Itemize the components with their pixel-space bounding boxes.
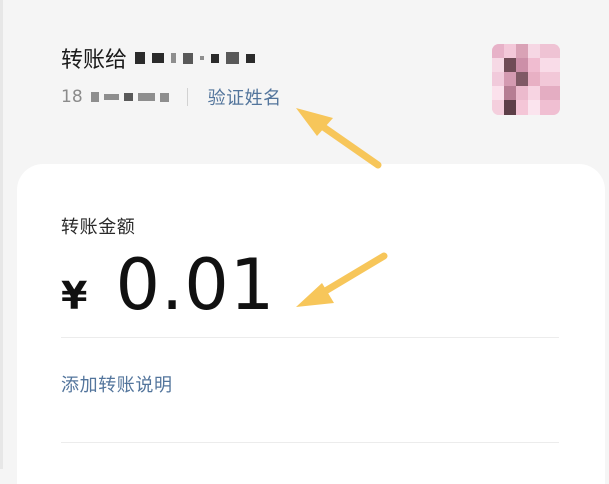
verify-name-link[interactable]: 验证姓名 [208, 84, 282, 110]
amount-row[interactable]: ¥ 0.01 [61, 250, 275, 320]
recipient-avatar [492, 44, 560, 115]
amount-divider [61, 337, 559, 338]
masked-recipient-name [135, 46, 256, 70]
arrow-to-verify-name-icon [296, 108, 382, 169]
amount-card: 转账金额 ¥ 0.01 添加转账说明 [17, 164, 605, 484]
note-divider [61, 442, 559, 443]
meta-divider [186, 88, 188, 106]
avatar-image [492, 44, 560, 115]
amount-value[interactable]: 0.01 [115, 250, 275, 320]
transfer-to-label: 转账给 [61, 48, 128, 73]
recipient-meta: 18 验证姓名 [61, 84, 282, 110]
amount-label: 转账金额 [61, 217, 136, 238]
transfer-screen: 转账给 18 验证姓名 转账金额 ¥ 0.01 添加转账说明 [0, 0, 609, 484]
phone-prefix: 18 [61, 87, 83, 107]
masked-phone-number [90, 88, 169, 106]
add-note-link[interactable]: 添加转账说明 [61, 371, 173, 397]
recipient-title: 转账给 [61, 42, 256, 74]
currency-symbol: ¥ [61, 274, 88, 318]
